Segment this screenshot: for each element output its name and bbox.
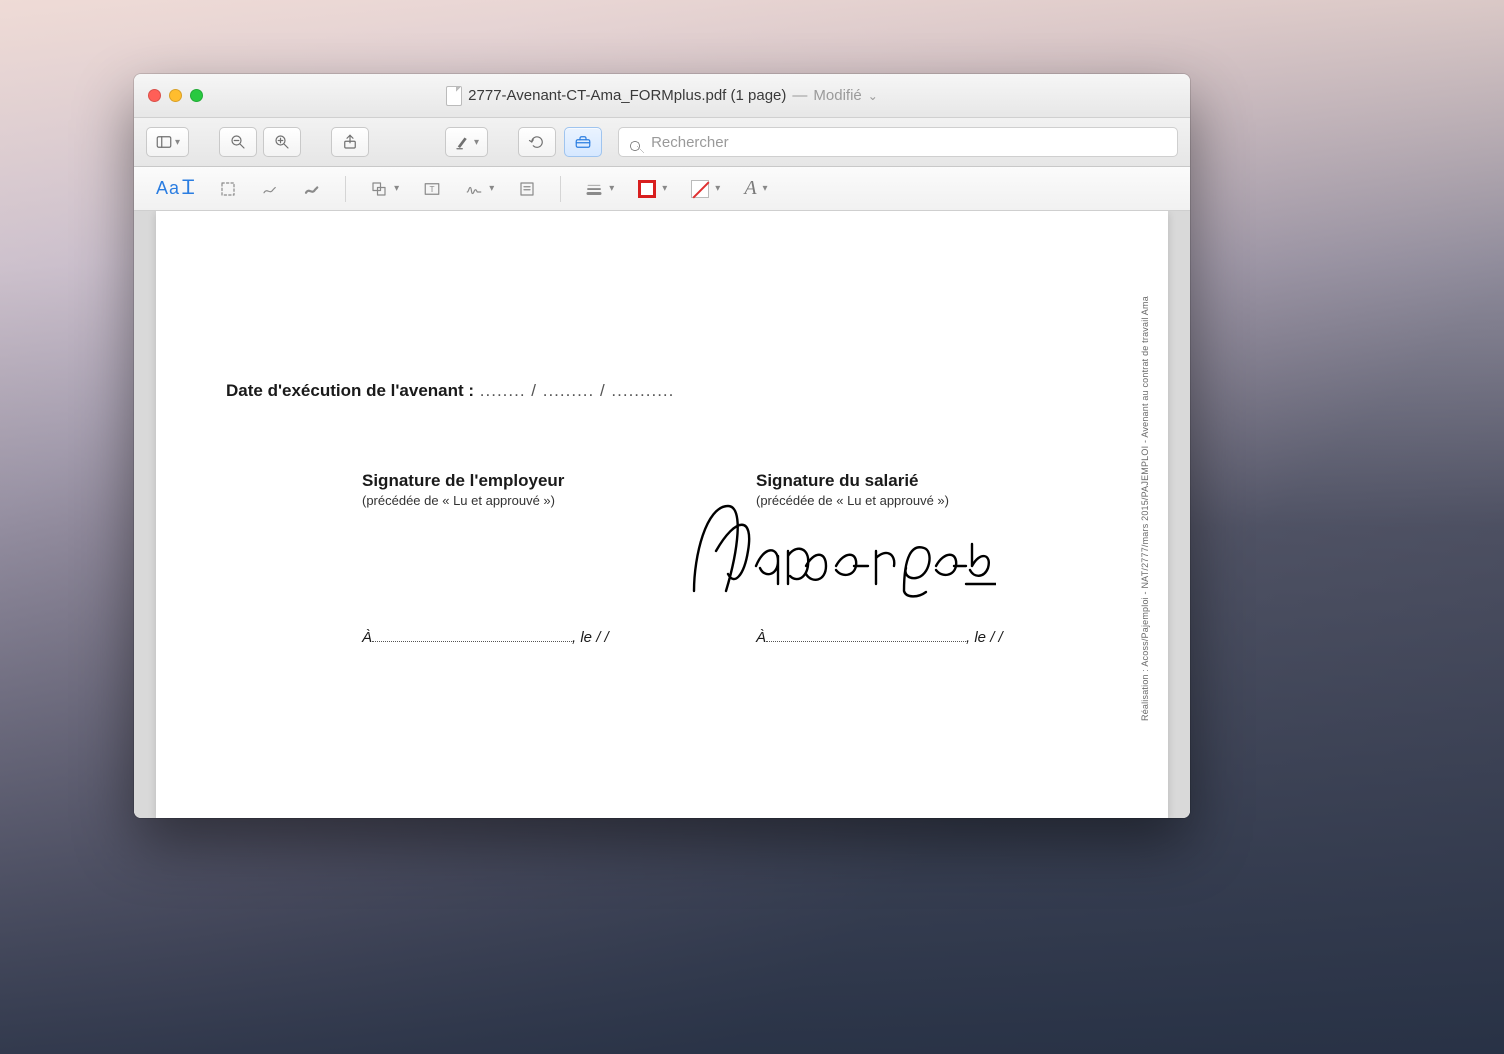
shapes-icon	[370, 180, 388, 198]
share-icon	[341, 133, 359, 151]
place-prefix: À	[362, 629, 372, 646]
zoom-in-button[interactable]	[263, 127, 301, 157]
rotate-button[interactable]	[518, 127, 556, 157]
employee-place-line: À , le / /	[756, 629, 1003, 646]
markup-toolbar: AaᏆ ▾ T ▾ ▾ ▾	[134, 167, 1190, 211]
border-color-button[interactable]: ▾	[638, 180, 667, 198]
employer-place-line: À , le / /	[362, 629, 609, 646]
place-slashes: / /	[592, 629, 609, 646]
preview-window: 2777-Avenant-CT-Ama_FORMplus.pdf (1 page…	[134, 74, 1190, 818]
note-icon	[518, 180, 536, 198]
document-viewport[interactable]: Date d'exécution de l'avenant : ........…	[134, 211, 1190, 818]
place-slashes: / /	[986, 629, 1003, 646]
date-dots: ........ / ......... / ...........	[474, 381, 674, 400]
draw-icon	[303, 180, 321, 198]
place-le: , le	[966, 629, 986, 646]
fullscreen-button[interactable]	[190, 89, 203, 102]
share-button[interactable]	[331, 127, 369, 157]
employer-signature-block: Signature de l'employeur (précédée de « …	[362, 471, 564, 508]
title-filename: 2777-Avenant-CT-Ama_FORMplus.pdf (1 page…	[468, 87, 786, 104]
sidebar-toggle-button[interactable]: ▾	[146, 127, 189, 157]
document-icon	[446, 86, 462, 106]
employee-signature-title: Signature du salarié	[756, 471, 949, 491]
sidebar-icon	[155, 133, 173, 151]
markup-toolbar-button[interactable]	[564, 127, 602, 157]
zoom-out-button[interactable]	[219, 127, 257, 157]
chevron-down-icon: ▾	[715, 183, 720, 194]
title-modified: Modifié	[813, 87, 861, 104]
draw-tool-button[interactable]	[303, 180, 321, 198]
main-toolbar: ▾ ▾	[134, 118, 1190, 167]
selection-tool-button[interactable]	[219, 180, 237, 198]
chevron-down-icon: ▾	[489, 183, 494, 194]
chevron-down-icon: ▾	[175, 137, 180, 148]
handwritten-signature[interactable]	[686, 496, 996, 606]
textbox-icon: T	[423, 180, 441, 198]
fill-color-swatch	[691, 180, 709, 198]
date-execution-line: Date d'exécution de l'avenant : ........…	[226, 381, 674, 401]
zoom-out-icon	[229, 133, 247, 151]
sign-button[interactable]: ▾	[465, 180, 494, 198]
svg-text:T: T	[430, 185, 435, 194]
place-le: , le	[572, 629, 592, 646]
border-color-swatch	[638, 180, 656, 198]
sketch-tool-button[interactable]	[261, 180, 279, 198]
text-tool-icon: Aa	[156, 178, 180, 199]
chevron-down-icon: ▾	[609, 183, 614, 194]
chevron-down-icon: ▾	[474, 137, 479, 148]
highlight-button[interactable]: ▾	[445, 127, 488, 157]
minimize-button[interactable]	[169, 89, 182, 102]
shapes-button[interactable]: ▾	[370, 180, 399, 198]
text-tool-button[interactable]: AaᏆ	[156, 177, 195, 200]
toolbox-icon	[574, 133, 592, 151]
chevron-down-icon: ▾	[763, 183, 768, 194]
place-prefix: À	[756, 629, 766, 646]
rotate-icon	[528, 133, 546, 151]
date-label: Date d'exécution de l'avenant :	[226, 381, 474, 400]
page-content: Date d'exécution de l'avenant : ........…	[156, 211, 1168, 818]
separator	[345, 176, 346, 202]
chevron-down-icon: ⌄	[868, 89, 878, 103]
chevron-down-icon: ▾	[394, 183, 399, 194]
highlighter-icon	[454, 133, 472, 151]
title-separator: —	[792, 87, 807, 104]
close-button[interactable]	[148, 89, 161, 102]
textbox-button[interactable]: T	[423, 180, 441, 198]
font-icon: A	[744, 177, 756, 200]
separator	[560, 176, 561, 202]
search-input[interactable]	[618, 127, 1178, 157]
employer-signature-title: Signature de l'employeur	[362, 471, 564, 491]
fill-color-button[interactable]: ▾	[691, 180, 720, 198]
sketch-icon	[261, 180, 279, 198]
line-weight-icon	[585, 180, 603, 198]
signature-icon	[465, 180, 483, 198]
traffic-lights	[148, 89, 203, 102]
font-style-button[interactable]: A ▾	[744, 177, 767, 200]
chevron-down-icon: ▾	[662, 183, 667, 194]
window-title[interactable]: 2777-Avenant-CT-Ama_FORMplus.pdf (1 page…	[134, 86, 1190, 106]
selection-icon	[219, 180, 237, 198]
titlebar: 2777-Avenant-CT-Ama_FORMplus.pdf (1 page…	[134, 74, 1190, 118]
note-button[interactable]	[518, 180, 536, 198]
side-credit-text: Réalisation : Acoss/Pajemploi - NAT/2777…	[1140, 281, 1150, 721]
pdf-page[interactable]: Date d'exécution de l'avenant : ........…	[156, 211, 1168, 818]
zoom-in-icon	[273, 133, 291, 151]
employer-signature-sub: (précédée de « Lu et approuvé »)	[362, 493, 564, 508]
line-weight-button[interactable]: ▾	[585, 180, 614, 198]
